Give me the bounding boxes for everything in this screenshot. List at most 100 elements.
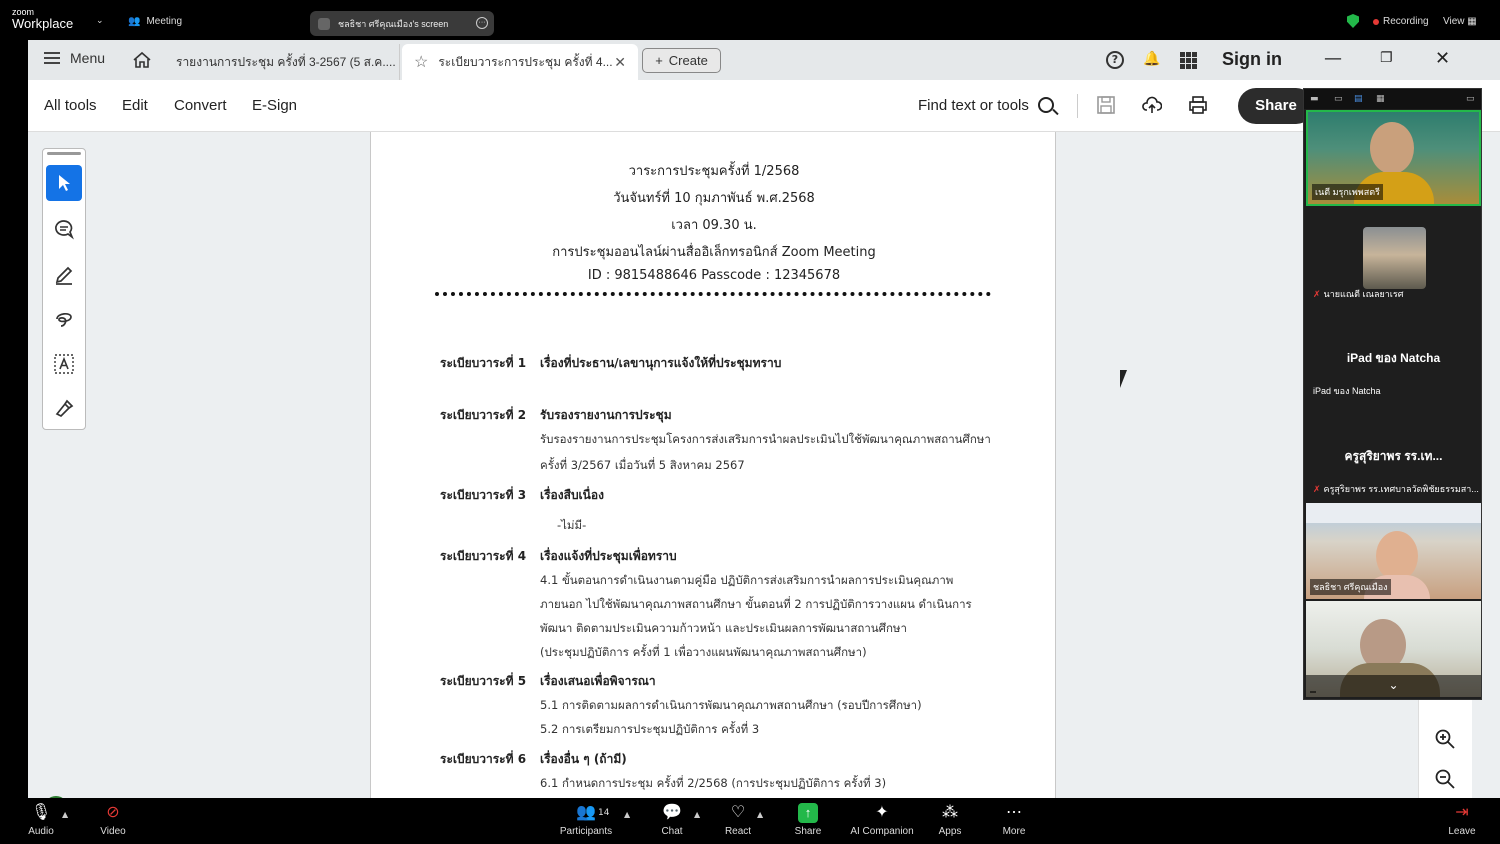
- tab-label: ระเบียบวาระการประชุม ครั้งที่ 4...: [438, 54, 613, 69]
- sign-tool[interactable]: [46, 391, 82, 427]
- shield-icon[interactable]: [1347, 14, 1359, 28]
- minimize-icon[interactable]: —: [1324, 48, 1342, 69]
- participant-tile[interactable]: ✗ นายแณตี เณลยาเรศ: [1306, 210, 1481, 306]
- zoom-in-icon[interactable]: [1434, 728, 1456, 750]
- recording-indicator[interactable]: Recording: [1373, 16, 1429, 27]
- hamburger-icon: [44, 52, 60, 64]
- help-icon[interactable]: ?: [1106, 51, 1124, 69]
- apps-button[interactable]: ⁂ Apps: [915, 803, 985, 837]
- agenda-heading: เรื่องเสนอเพื่อพิจารณา: [540, 674, 656, 688]
- participants-icon: 👥: [576, 804, 596, 821]
- bell-icon[interactable]: 🔔: [1143, 51, 1160, 69]
- find-text-or-tools[interactable]: Find text or tools: [918, 97, 1029, 114]
- zoom-logo-bottom: Workplace: [12, 16, 74, 31]
- dotted-divider: [435, 292, 991, 296]
- share-screen-button[interactable]: ↑ Share: [773, 803, 843, 837]
- minimize-icon[interactable]: ▬: [1310, 94, 1319, 104]
- meeting-label[interactable]: 👥 Meeting: [128, 16, 182, 27]
- share-label: Share: [794, 826, 822, 837]
- text-box-icon: [54, 354, 74, 374]
- chat-caret-icon[interactable]: ▲: [694, 810, 700, 819]
- text-tool[interactable]: [46, 346, 82, 382]
- ai-companion-button[interactable]: ✦ AI Companion: [847, 803, 917, 837]
- draw-tool[interactable]: [46, 301, 82, 337]
- video-off-icon: ⊘: [106, 804, 120, 821]
- video-button[interactable]: ⊘ Video: [78, 803, 148, 837]
- agenda-line: รับรองรายงานการประชุมโครงการส่งเสริมการน…: [540, 432, 991, 446]
- agenda-line: ภายนอก ไปใช้พัฒนาคุณภาพสถานศึกษา ขั้นตอน…: [540, 597, 972, 611]
- more-button[interactable]: ⋯ More: [979, 803, 1049, 837]
- agenda-heading: เรื่องที่ประธาน/เลขานุการแจ้งให้ที่ประชุ…: [540, 356, 782, 370]
- strip-view-icon[interactable]: ▤: [1354, 94, 1363, 104]
- chat-button[interactable]: 💬 Chat: [637, 803, 707, 837]
- participant-face: [1370, 122, 1414, 174]
- maximize-icon[interactable]: ▭: [1466, 94, 1475, 104]
- participants-caret-icon[interactable]: ▲: [624, 810, 630, 819]
- video-label: Video: [100, 826, 126, 837]
- divider: [1077, 94, 1078, 118]
- participant-tile[interactable]: เนตี มรุกเพพสตรี: [1306, 110, 1481, 206]
- agenda-line: -ไม่มี-: [557, 518, 587, 532]
- react-button[interactable]: ♡ React: [703, 803, 773, 837]
- leave-button[interactable]: ⇥ Leave: [1427, 803, 1497, 837]
- agenda-label: ระเบียบวาระที่ 1: [440, 356, 527, 370]
- zoom-logo[interactable]: zoom Workplace: [12, 8, 74, 31]
- pdf-page[interactable]: วาระการประชุมครั้งที่ 1/2568 วันจันทร์ที…: [370, 132, 1056, 798]
- comment-tool[interactable]: [46, 211, 82, 247]
- chevron-down-icon[interactable]: ⌄: [1306, 675, 1481, 697]
- apps-grid-icon[interactable]: [1180, 52, 1197, 69]
- view-button[interactable]: View ▦: [1443, 16, 1477, 27]
- close-tab-icon[interactable]: ✕: [614, 54, 626, 71]
- save-icon[interactable]: [1096, 95, 1116, 115]
- agenda-line: 4.1 ขั้นตอนการดำเนินงานตามคู่มือ ปฏิบัติ…: [540, 573, 954, 587]
- lasso-icon: [56, 313, 72, 327]
- university-banner: [1306, 503, 1481, 523]
- drag-handle[interactable]: [47, 152, 81, 155]
- select-tool[interactable]: [46, 165, 82, 201]
- edit-tab[interactable]: Edit: [122, 97, 148, 114]
- tab-meeting-report[interactable]: รายงานการประชุม ครั้งที่ 3-2567 (5 ส.ค..…: [164, 44, 400, 80]
- acrobat-window: Menu รายงานการประชุม ครั้งที่ 3-2567 (5 …: [28, 40, 1500, 798]
- create-button[interactable]: + Create: [642, 48, 721, 73]
- esign-tab[interactable]: E-Sign: [252, 97, 297, 114]
- sign-in-button[interactable]: Sign in: [1222, 49, 1282, 70]
- audio-button[interactable]: 🎙 Audio: [6, 803, 76, 837]
- agenda-line: 5.1 การติดตามผลการดำเนินการพัฒนาคุณภาพสถ…: [540, 698, 922, 712]
- audio-options-caret-icon[interactable]: ▲: [62, 810, 68, 819]
- restore-icon[interactable]: ❐: [1380, 50, 1393, 66]
- all-tools-tab[interactable]: All tools: [44, 97, 97, 114]
- participants-button[interactable]: 👥 Participants: [551, 803, 621, 837]
- participant-name: เนตี มรุกเพพสตรี: [1312, 184, 1383, 200]
- convert-tab[interactable]: Convert: [174, 97, 227, 114]
- agenda-label: ระเบียบวาระที่ 5: [440, 674, 527, 688]
- react-caret-icon[interactable]: ▲: [757, 810, 763, 819]
- chevron-down-icon[interactable]: ⌄: [96, 16, 104, 26]
- participant-tile[interactable]: ครูสุริยาพร รร.เท... ✗ ครูสุริยาพร รร.เทศ…: [1306, 405, 1481, 501]
- highlight-tool[interactable]: [46, 256, 82, 292]
- zoom-bottom-bar: 🎙 Audio ▲ ⊘ Video 👥 Participants 14 ▲ 💬 …: [0, 798, 1500, 844]
- close-window-icon[interactable]: ✕: [1435, 48, 1450, 69]
- grid-view-icon[interactable]: ▦: [1376, 94, 1385, 104]
- chat-icon: 💬: [662, 804, 682, 821]
- participant-tile[interactable]: iPad ของ Natcha iPad ของ Natcha: [1306, 307, 1481, 403]
- zoom-out-icon[interactable]: [1434, 768, 1456, 790]
- tab-agenda[interactable]: ☆ ระเบียบวาระการประชุม ครั้งที่ 4... ✕: [402, 44, 638, 80]
- search-icon[interactable]: [1038, 97, 1054, 113]
- people-icon: 👥: [128, 16, 141, 27]
- speaker-view-icon[interactable]: ▭: [1334, 94, 1343, 104]
- home-icon[interactable]: [132, 51, 152, 69]
- agenda-line: (ประชุมปฏิบัติการ ครั้งที่ 1 เพื่อวางแผน…: [540, 645, 867, 659]
- doc-time: เวลา 09.30 น.: [671, 218, 757, 233]
- menu-button[interactable]: Menu: [44, 50, 105, 66]
- participant-tile[interactable]: ชลธิชา ศรีคุณเมือง: [1306, 503, 1481, 599]
- grid-icon: ▦: [1467, 16, 1477, 27]
- agenda-heading: รับรองรายงานการประชุม: [540, 408, 672, 422]
- signature-pen-icon: [55, 399, 74, 418]
- screen-share-pill[interactable]: ชลธิชา ศรีคุณเมือง's screen ···: [310, 11, 494, 36]
- more-icon[interactable]: ···: [476, 17, 488, 29]
- cloud-upload-icon[interactable]: [1142, 95, 1162, 115]
- participant-tile[interactable]: ⌄: [1306, 601, 1481, 697]
- agenda-label: ระเบียบวาระที่ 6: [440, 752, 527, 766]
- print-icon[interactable]: [1188, 95, 1208, 115]
- star-icon[interactable]: ☆: [414, 52, 428, 72]
